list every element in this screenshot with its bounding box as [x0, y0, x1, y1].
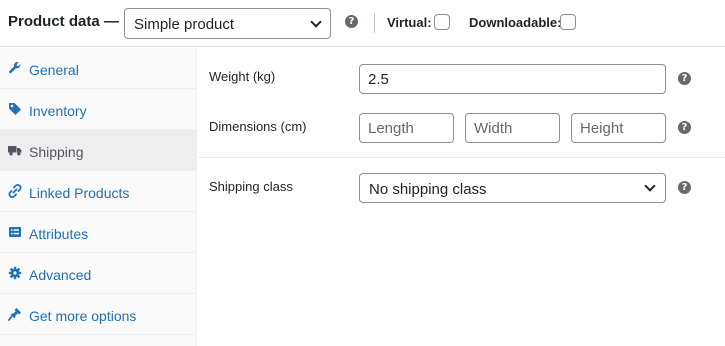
list-icon [8, 225, 22, 239]
weight-label: Weight (kg) [209, 69, 276, 84]
width-input[interactable] [465, 113, 560, 143]
product-type-select[interactable]: Simple product [124, 8, 331, 39]
tab-label: Inventory [29, 103, 87, 119]
tab-shipping[interactable]: Shipping [0, 130, 196, 171]
tab-inventory[interactable]: Inventory [0, 89, 196, 130]
shipping-class-label: Shipping class [209, 179, 293, 194]
tab-general[interactable]: General [0, 48, 196, 89]
tab-get-more-options[interactable]: Get more options [0, 294, 196, 335]
chevron-down-icon [644, 180, 656, 192]
tab-advanced[interactable]: Advanced [0, 253, 196, 294]
tab-linked-products[interactable]: Linked Products [0, 171, 196, 212]
product-data-tabs: General Inventory Shipping Linked Produc… [0, 48, 197, 346]
virtual-checkbox[interactable] [434, 14, 450, 30]
tab-attributes[interactable]: Attributes [0, 212, 196, 253]
height-input[interactable] [571, 113, 666, 143]
product-type-value: Simple product [134, 16, 235, 33]
tab-label: Shipping [29, 144, 84, 160]
shipping-class-select[interactable]: No shipping class [359, 173, 666, 203]
tab-label: General [29, 62, 79, 78]
tab-label: Attributes [29, 226, 89, 242]
downloadable-label: Downloadable: [469, 15, 562, 30]
chevron-down-icon [310, 16, 322, 28]
product-data-header: Product data — Simple product ? Virtual:… [0, 0, 725, 47]
downloadable-checkbox[interactable] [560, 14, 576, 30]
tab-label: Linked Products [29, 185, 130, 201]
help-icon[interactable]: ? [678, 72, 691, 85]
link-icon [8, 184, 22, 198]
virtual-label: Virtual: [387, 15, 432, 30]
section-divider [198, 157, 725, 158]
header-divider [374, 13, 375, 33]
weight-input[interactable] [359, 64, 666, 94]
truck-icon [8, 143, 22, 157]
shipping-panel: Weight (kg) ? Dimensions (cm) ? Shipping… [198, 48, 725, 346]
product-data-title: Product data — [8, 13, 119, 30]
help-icon[interactable]: ? [678, 121, 691, 134]
shipping-class-value: No shipping class [369, 181, 487, 198]
tag-icon [8, 102, 22, 116]
dimensions-label: Dimensions (cm) [209, 119, 307, 134]
help-icon[interactable]: ? [345, 15, 358, 28]
tab-label: Get more options [29, 308, 137, 324]
tab-label: Advanced [29, 267, 92, 283]
plugin-icon [8, 307, 22, 321]
gear-icon [8, 266, 22, 280]
wrench-icon [8, 61, 22, 75]
help-icon[interactable]: ? [678, 181, 691, 194]
length-input[interactable] [359, 113, 454, 143]
